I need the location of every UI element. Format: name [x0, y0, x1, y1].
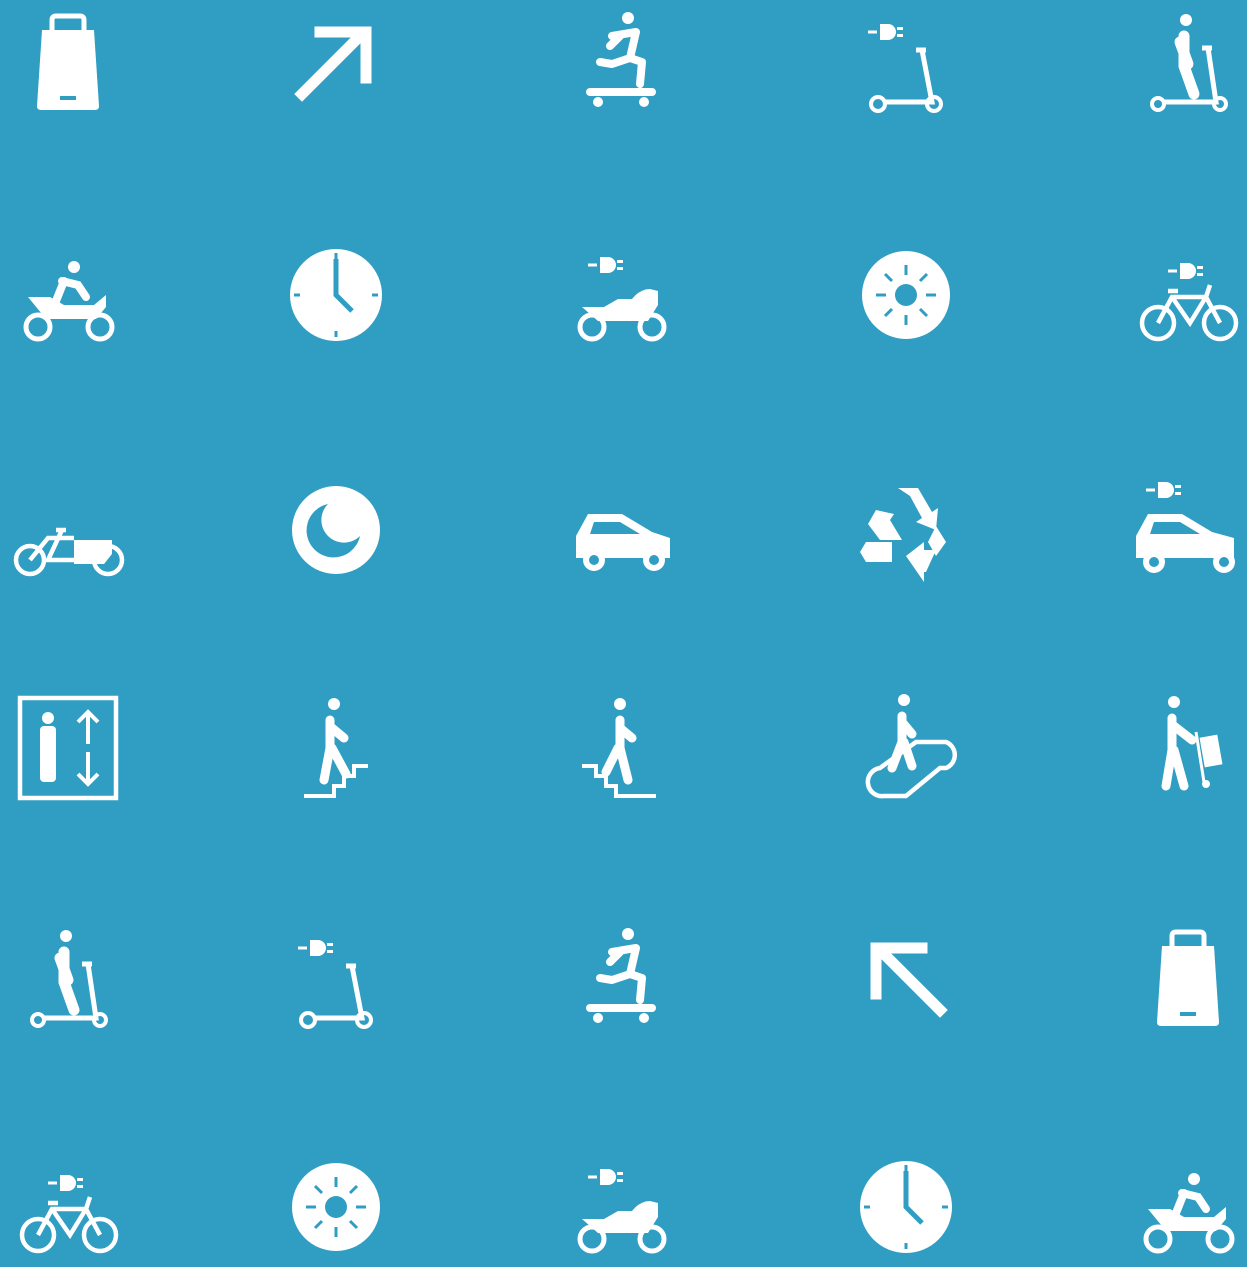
- sun-icon: [846, 235, 966, 355]
- arrow-up-right-icon: [276, 2, 396, 122]
- skateboarder-icon: [560, 918, 680, 1038]
- car-icon: [560, 470, 680, 590]
- person-kick-scooter-icon: [8, 918, 128, 1038]
- elevator-icon: [8, 688, 128, 808]
- recycle-icon: [846, 470, 966, 590]
- motorcycle-rider-icon: [1128, 1147, 1247, 1267]
- electric-kick-scooter-icon: [276, 918, 396, 1038]
- escalator-icon: [846, 688, 966, 808]
- person-trolley-icon: [1128, 688, 1247, 808]
- cargo-bike-icon: [8, 470, 128, 590]
- electric-motorcycle-icon: [560, 1147, 680, 1267]
- electric-bicycle-icon: [1128, 235, 1247, 355]
- electric-bicycle-icon: [8, 1147, 128, 1267]
- shopping-bag-icon: [8, 2, 128, 122]
- stairs-up-icon: [276, 688, 396, 808]
- motorcycle-rider-icon: [8, 235, 128, 355]
- electric-motorcycle-icon: [560, 235, 680, 355]
- clock-icon: [276, 235, 396, 355]
- skateboarder-icon: [560, 2, 680, 122]
- person-kick-scooter-icon: [1128, 2, 1247, 122]
- stairs-down-icon: [560, 688, 680, 808]
- electric-car-icon: [1128, 470, 1247, 590]
- electric-kick-scooter-icon: [846, 2, 966, 122]
- shopping-bag-icon: [1128, 918, 1247, 1038]
- clock-icon: [846, 1147, 966, 1267]
- arrow-up-left-icon: [846, 918, 966, 1038]
- sun-icon: [276, 1147, 396, 1267]
- moon-icon: [276, 470, 396, 590]
